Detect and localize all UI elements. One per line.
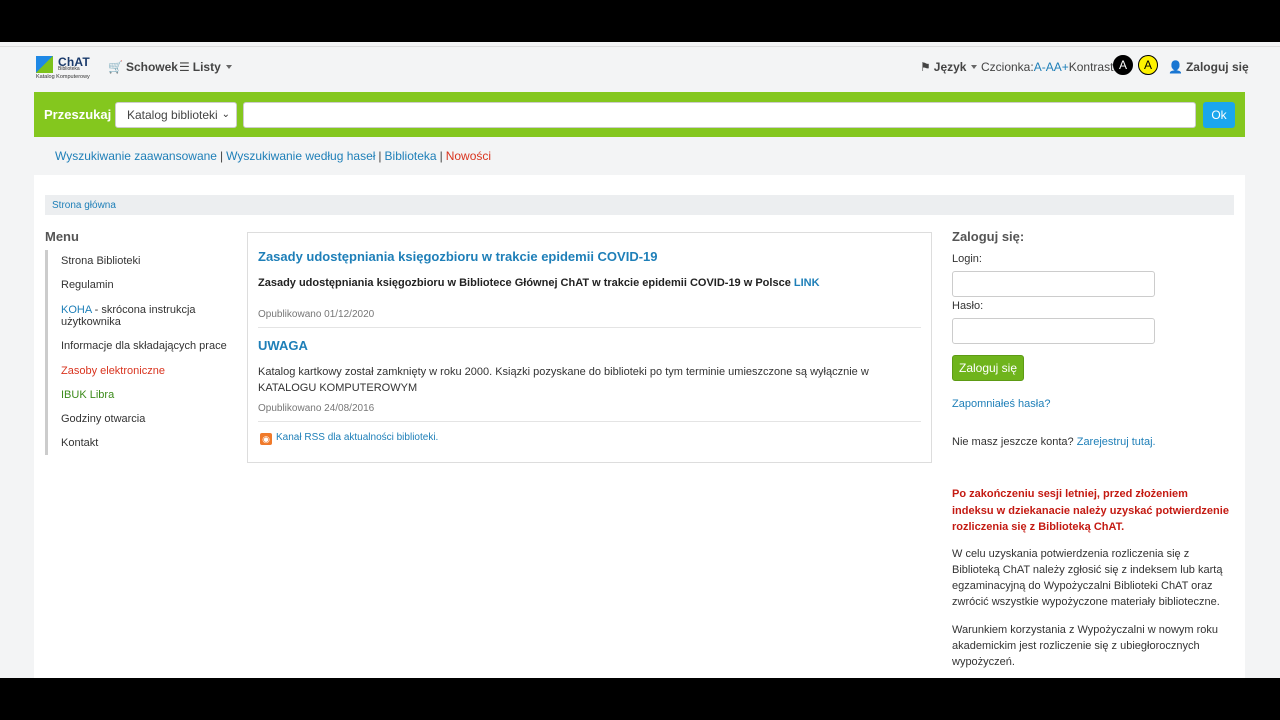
- cart-label: Schowek: [125, 60, 178, 74]
- rss-link[interactable]: ◉ Kanał RSS dla aktualności biblioteki.: [260, 432, 438, 445]
- password-field-label: Hasło:: [952, 300, 984, 312]
- list-icon: ☰: [179, 60, 190, 74]
- breadcrumb-home-link[interactable]: Strona główna: [52, 200, 116, 211]
- search-submit-button[interactable]: Ok: [1203, 102, 1235, 128]
- news-covid-link[interactable]: LINK: [794, 277, 820, 289]
- menu-item-ibuk-libra[interactable]: IBUK Libra: [48, 383, 235, 407]
- news-title-covid[interactable]: Zasady udostępniania księgozbioru w trak…: [258, 249, 658, 264]
- koha-link[interactable]: KOHA: [61, 304, 92, 316]
- forgot-password-link[interactable]: Zapomniałeś hasła?: [952, 398, 1050, 410]
- font-size-links[interactable]: -AA+: [1042, 60, 1069, 74]
- news-date-uwaga: Opublikowano 24/08/2016: [258, 403, 375, 414]
- top-navbar: ChAT Biblioteka Katalog Komputerowy 🛒 Sch…: [0, 48, 1280, 86]
- notice-warning: Po zakończeniu sesji letniej, przed złoż…: [952, 488, 1229, 533]
- authority-search-link[interactable]: Wyszukiwanie według haseł: [226, 149, 375, 163]
- password-input[interactable]: [952, 318, 1155, 344]
- lists-dropdown[interactable]: ☰ Listy: [179, 60, 232, 74]
- login-field-label: Login:: [952, 253, 982, 265]
- menu-item-opening-hours[interactable]: Godziny otwarcia: [48, 407, 235, 431]
- news-panel: Zasady udostępniania księgozbioru w trak…: [247, 232, 932, 463]
- main-content: Strona główna Menu Strona Biblioteki Reg…: [34, 175, 1245, 678]
- search-index-value: Katalog biblioteki: [127, 108, 218, 122]
- register-link[interactable]: Zarejestruj tutaj.: [1077, 436, 1156, 448]
- language-label: Język: [933, 60, 967, 74]
- breadcrumb: Strona główna: [45, 195, 1234, 215]
- notice-paragraph-2: Warunkiem korzystania z Wypożyczalni w n…: [952, 624, 1219, 668]
- logo-caption: Katalog Komputerowy: [36, 74, 90, 80]
- menu-item-e-resources[interactable]: Zasoby elektroniczne: [48, 359, 235, 383]
- new-items-link[interactable]: Nowości: [446, 149, 491, 163]
- news-body-uwaga: Katalog kartkowy został zamknięty w roku…: [258, 366, 869, 394]
- header-login-label: Zaloguj się: [1185, 60, 1249, 74]
- contrast-label: Kontrast:: [1068, 60, 1117, 74]
- header-login-link[interactable]: 👤 Zaloguj się: [1168, 60, 1249, 74]
- search-bar: Przeszukaj Katalog biblioteki ⌄ Ok: [34, 92, 1245, 137]
- more-searches-links: Wyszukiwanie zaawansowane | Wyszukiwanie w…: [55, 149, 491, 163]
- language-dropdown[interactable]: ⚑ Język: [920, 60, 978, 74]
- font-normal-link[interactable]: A: [1034, 60, 1042, 74]
- no-account-text: Nie masz jeszcze konta?: [952, 436, 1077, 448]
- top-divider: [0, 46, 1280, 47]
- logo-subtitle: Biblioteka: [58, 66, 80, 72]
- font-label: Czcionka:: [981, 60, 1034, 74]
- login-input[interactable]: [952, 271, 1155, 297]
- news-divider: [258, 421, 921, 422]
- rss-icon: ◉: [260, 433, 272, 445]
- menu-item-thesis-info[interactable]: Informacje dla składających prace: [48, 334, 235, 359]
- separator: |: [219, 149, 224, 163]
- notice-paragraph-1: W celu uzyskania potwierdzenia rozliczen…: [952, 548, 1223, 608]
- chevron-down-icon: ⌄: [221, 109, 230, 120]
- news-body-covid-text: Zasady udostępniania księgozbioru w Bibl…: [258, 277, 794, 289]
- flag-icon: ⚑: [920, 60, 931, 74]
- contrast-yellow-button[interactable]: A: [1138, 55, 1158, 75]
- menu-item-contact[interactable]: Kontakt: [48, 431, 235, 455]
- sidebar-menu: Strona Biblioteki Regulamin KOHA - skróc…: [45, 250, 235, 455]
- library-logo[interactable]: ChAT Biblioteka Katalog Komputerowy: [36, 55, 98, 82]
- user-icon: 👤: [1168, 60, 1183, 74]
- cart-button[interactable]: 🛒 Schowek: [108, 60, 178, 74]
- login-title: Zaloguj się:: [952, 229, 1025, 244]
- chevron-down-icon: [971, 65, 978, 69]
- menu-item-rules[interactable]: Regulamin: [48, 273, 235, 298]
- library-link[interactable]: Biblioteka: [385, 149, 437, 163]
- browser-viewport: ChAT Biblioteka Katalog Komputerowy 🛒 Sch…: [0, 42, 1280, 678]
- menu-item-library-page[interactable]: Strona Biblioteki: [48, 250, 235, 273]
- news-divider: [258, 327, 921, 328]
- login-submit-button[interactable]: Zaloguj się: [952, 355, 1024, 381]
- cart-icon: 🛒: [108, 60, 123, 74]
- logo-mark-icon: [36, 56, 53, 73]
- chevron-down-icon: [225, 65, 232, 69]
- menu-title: Menu: [45, 229, 79, 244]
- separator: |: [378, 149, 382, 163]
- accessibility-tools: Czcionka:A-AA+Kontrast:A: [981, 60, 1125, 74]
- advanced-search-link[interactable]: Wyszukiwanie zaawansowane: [55, 149, 217, 163]
- lists-label: Listy: [192, 60, 221, 74]
- search-label: Przeszukaj: [44, 107, 112, 122]
- menu-item-koha-guide[interactable]: KOHA - skrócona instrukcja użytkownika: [48, 298, 235, 334]
- contrast-dark-button[interactable]: A: [1113, 55, 1133, 75]
- news-title-uwaga[interactable]: UWAGA: [258, 338, 308, 353]
- separator: |: [439, 149, 443, 163]
- search-input[interactable]: [243, 102, 1196, 128]
- news-date-covid: Opublikowano 01/12/2020: [258, 309, 375, 320]
- register-prompt: Nie masz jeszcze konta? Zarejestruj tuta…: [952, 434, 1232, 450]
- news-body-covid: Zasady udostępniania księgozbioru w Bibl…: [258, 275, 923, 291]
- rss-label: Kanał RSS dla aktualności biblioteki.: [276, 432, 439, 443]
- search-index-select[interactable]: Katalog biblioteki ⌄: [115, 102, 237, 128]
